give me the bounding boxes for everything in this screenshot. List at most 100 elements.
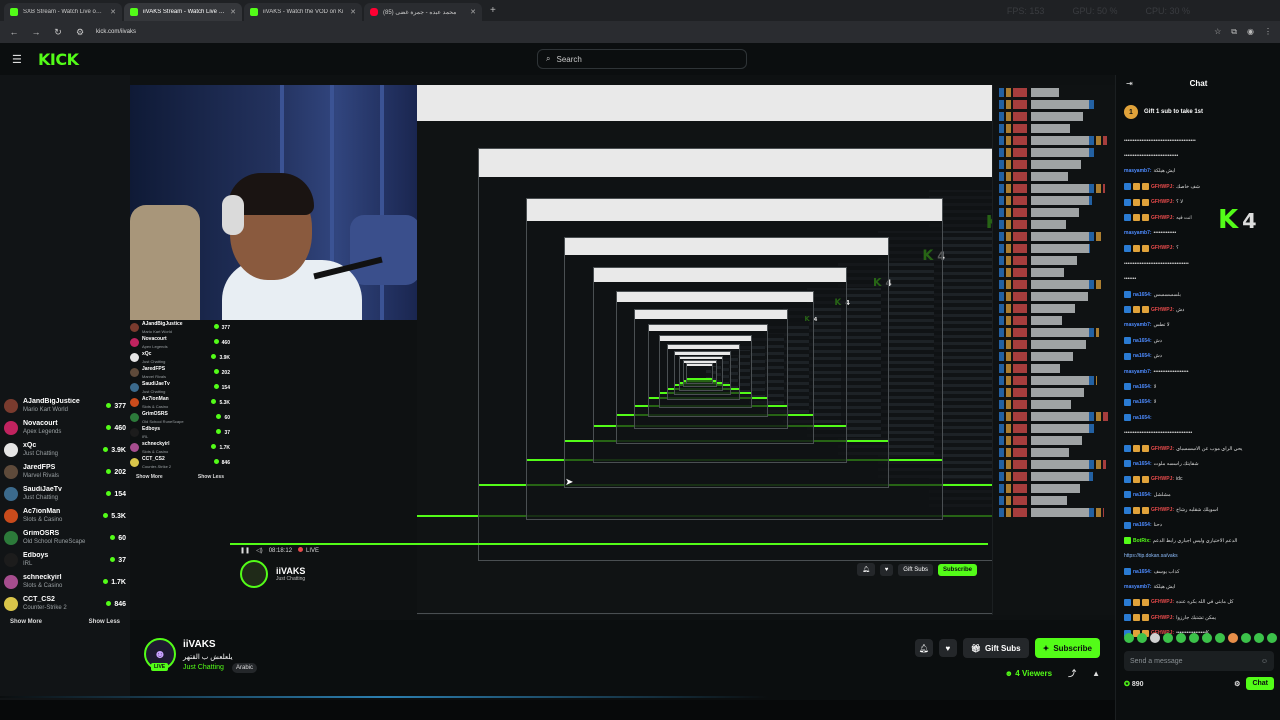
chat-message[interactable]: ••••••••••••••••••••••••••••••••••••••••… [1124, 133, 1274, 148]
browser-tab[interactable]: SXB Stream - Watch Live on Ki ✕ [4, 3, 122, 21]
chat-message[interactable]: na1654: [1124, 410, 1274, 425]
chat-username[interactable]: GFHWPJ: [1151, 307, 1174, 313]
show-more-button[interactable]: Show More [10, 619, 42, 625]
chat-username[interactable]: GFHWPJ: [1151, 599, 1174, 605]
chat-message[interactable]: na1654: دش [1124, 348, 1274, 363]
chat-username[interactable]: na1654: [1133, 569, 1152, 575]
chat-username[interactable]: na1654: [1133, 292, 1152, 298]
chat-username[interactable]: GFHWPJ: [1151, 507, 1174, 513]
reload-icon[interactable]: ↻ [52, 27, 64, 38]
chat-message[interactable]: na1654: مشلشل [1124, 487, 1274, 502]
sidebar-channel-item[interactable]: Edboys IRL 37 [4, 549, 126, 571]
chat-username[interactable]: na1654: [1133, 353, 1152, 359]
chat-username[interactable]: masyamb7: [1124, 230, 1152, 236]
chat-message[interactable]: na1654: شفايتك راسسه ملوت [1124, 456, 1274, 471]
chat-username[interactable]: na1654: [1133, 384, 1152, 390]
close-tab-icon[interactable]: ✕ [470, 8, 476, 16]
back-icon[interactable]: ← [8, 27, 20, 37]
emote-icon[interactable] [1228, 633, 1238, 643]
hamburger-menu-icon[interactable]: ☰ [12, 53, 24, 66]
chat-message[interactable]: na1654: كذاب يوسف [1124, 564, 1274, 579]
volume-icon[interactable]: ◁) [256, 547, 263, 554]
chat-username[interactable]: BotRix: [1133, 538, 1151, 544]
chat-username[interactable]: GFHWPJ: [1151, 446, 1174, 452]
channel-points[interactable]: ✪ 890 [1124, 680, 1144, 688]
send-chat-button[interactable]: Chat [1246, 677, 1274, 690]
emote-icon[interactable] [1267, 633, 1277, 643]
browser-tab[interactable]: iiVAKS Stream - Watch Live on ✕ [124, 3, 242, 21]
chat-username[interactable]: na1654: [1133, 522, 1152, 528]
chat-username[interactable]: na1654: [1133, 399, 1152, 405]
emote-icon[interactable] [1241, 633, 1251, 643]
emote-icon[interactable] [1176, 633, 1186, 643]
chat-username[interactable]: GFHWPJ: [1151, 184, 1174, 190]
chat-username[interactable]: GFHWPJ: [1151, 615, 1174, 621]
chat-username[interactable]: GFHWPJ: [1151, 476, 1174, 482]
chat-message[interactable]: GFHWPJ: شف خاصك [1124, 179, 1274, 194]
chat-message[interactable]: GFHWPJ: كل مابتي في الله بكره عنده [1124, 595, 1274, 610]
chat-username[interactable]: masyamb7: [1124, 584, 1152, 590]
chat-username[interactable]: GFHWPJ: [1151, 199, 1174, 205]
chat-message[interactable]: ••••••••••••••••••••••••••••••••••••• [1124, 256, 1274, 271]
chat-username[interactable]: GFHWPJ: [1151, 245, 1174, 251]
chat-username[interactable]: masyamb7: [1124, 369, 1152, 375]
chat-message[interactable]: GFHWPJ: idc [1124, 472, 1274, 487]
emote-icon[interactable] [1189, 633, 1199, 643]
chat-message[interactable]: ••••••••••••••••••••••••••••••• [1124, 148, 1274, 163]
browser-tab[interactable]: iiVAKS - Watch the VOD on Ki ✕ [244, 3, 362, 21]
extensions-icon[interactable]: ⧉ [1231, 27, 1237, 37]
chat-username[interactable]: masyamb7: [1124, 322, 1152, 328]
browser-tab[interactable]: (85) محمد عبده - جمرة غضى ✕ [364, 3, 482, 21]
close-tab-icon[interactable]: ✕ [350, 8, 356, 16]
forward-icon[interactable]: → [30, 27, 42, 37]
close-tab-icon[interactable]: ✕ [110, 8, 116, 16]
site-info-icon[interactable]: ⚙ [74, 27, 86, 38]
chat-message[interactable]: GFHWPJ: ؟ [1124, 241, 1274, 256]
emote-icon[interactable] [1202, 633, 1212, 643]
sidebar-channel-item[interactable]: Novacourt Apex Legends 460 [4, 417, 126, 439]
pinned-message[interactable]: 1 Gift 1 sub to take 1st [1124, 101, 1274, 123]
chat-message[interactable]: GFHWPJ: يمكن تشتبك جارزوا [1124, 610, 1274, 625]
chat-message[interactable]: masyamb7: ايش هيلكة [1124, 579, 1274, 594]
chat-message[interactable]: GFHWPJ: يحي الراي موب عن الاسسسباي [1124, 441, 1274, 456]
chat-message[interactable]: na1654: دش [1124, 333, 1274, 348]
sidebar-channel-item[interactable]: AJandBigJustice Mario Kart World 377 [4, 395, 126, 417]
report-icon[interactable]: ▲ [1092, 669, 1100, 678]
profile-icon[interactable]: ◉ [1247, 27, 1254, 37]
emote-icon[interactable] [1124, 633, 1134, 643]
emote-icon[interactable] [1150, 633, 1160, 643]
sidebar-channel-item[interactable]: GrimOSRS Old School RuneScape 60 [4, 527, 126, 549]
chat-username[interactable]: GFHWPJ: [1151, 215, 1174, 221]
chat-message[interactable]: GFHWPJ: دش [1124, 302, 1274, 317]
player-controls[interactable]: ❚❚ ◁) 08:18:12 LIVE [230, 543, 988, 557]
chat-message[interactable]: na1654: بلسسسسس [1124, 287, 1274, 302]
pause-icon[interactable]: ❚❚ [240, 547, 250, 554]
emote-icon[interactable] [1215, 633, 1225, 643]
chat-username[interactable]: na1654: [1133, 461, 1152, 467]
emote-icon[interactable] [1254, 633, 1264, 643]
gift-subs-button[interactable]: 🎁︎ Gift Subs [962, 638, 1029, 658]
streamer-name[interactable]: iiVAKS [183, 639, 216, 650]
chat-message[interactable]: ••••••• [1124, 272, 1274, 287]
menu-icon[interactable]: ⋮ [1264, 27, 1272, 37]
chat-message[interactable]: na1654: لا [1124, 379, 1274, 394]
chat-settings-icon[interactable]: ⚙ [1234, 680, 1240, 688]
search-input[interactable]: ⌕ Search [537, 49, 747, 69]
chat-username[interactable]: masyamb7: [1124, 168, 1152, 174]
new-tab-icon[interactable]: + [484, 5, 502, 16]
close-tab-icon[interactable]: ✕ [230, 8, 236, 16]
sidebar-channel-item[interactable]: JaredFPS Marvel Rivals 202 [4, 461, 126, 483]
chat-message[interactable]: na1654: لا [1124, 395, 1274, 410]
follow-heart-icon[interactable]: ♥ [938, 639, 957, 657]
chat-message[interactable]: GFHWPJ: اسويلك شقلبه رشاح [1124, 502, 1274, 517]
chat-message[interactable]: masyamb7: لا تطس [1124, 318, 1274, 333]
chat-message[interactable]: https://tip.dokan.sa/vaks [1124, 549, 1274, 564]
show-less-button[interactable]: Show Less [89, 619, 120, 625]
emoji-icon[interactable]: ☺ [1261, 658, 1268, 665]
sidebar-channel-item[interactable]: Ac7ionMan Slots & Casino 5.3K [4, 505, 126, 527]
bookmark-star-icon[interactable]: ☆ [1214, 27, 1221, 37]
chat-message[interactable]: masyamb7: ايش هيلكة [1124, 164, 1274, 179]
notification-bell-icon[interactable]: 🔔︎ [914, 639, 933, 657]
chat-username[interactable]: na1654: [1133, 492, 1152, 498]
chat-message[interactable]: masyamb7: •••••••••••••••••••• [1124, 364, 1274, 379]
